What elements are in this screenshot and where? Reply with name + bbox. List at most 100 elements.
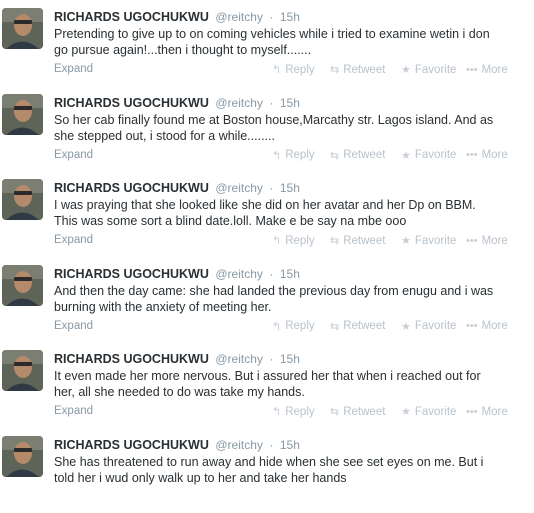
fullname[interactable]: RICHARDS UGOCHUKWU	[54, 352, 209, 366]
timeline: RICHARDS UGOCHUKWU @reitchy · 15h Preten…	[0, 0, 534, 513]
fullname[interactable]: RICHARDS UGOCHUKWU	[54, 181, 209, 195]
reply-icon: ↰	[272, 234, 281, 247]
star-icon: ★	[401, 234, 411, 247]
reply-label: Reply	[285, 64, 314, 76]
avatar[interactable]	[2, 179, 43, 220]
reply-label: Reply	[285, 406, 314, 418]
reply-icon: ↰	[272, 149, 281, 162]
tweet-actions: ↰ Reply ⇆ Retweet ★Favorite •••More	[272, 63, 511, 76]
tweet-header: RICHARDS UGOCHUKWU @reitchy · 15h	[54, 10, 300, 24]
retweet-label: Retweet	[343, 235, 385, 247]
tweet[interactable]: RICHARDS UGOCHUKWU @reitchy · 15h It eve…	[0, 342, 534, 428]
favorite-button[interactable]: ★Favorite	[401, 149, 456, 162]
tweet-header: RICHARDS UGOCHUKWU @reitchy · 15h	[54, 181, 300, 195]
retweet-icon: ⇆	[330, 234, 339, 247]
more-label: More	[482, 406, 508, 418]
fullname[interactable]: RICHARDS UGOCHUKWU	[54, 96, 209, 110]
avatar[interactable]	[2, 8, 43, 49]
more-label: More	[482, 64, 508, 76]
reply-button[interactable]: ↰Reply	[272, 320, 316, 333]
tweet-actions: ↰ Reply ⇆Retweet ★Favorite ••• More	[272, 149, 511, 162]
separator-dot: ·	[269, 181, 273, 195]
username[interactable]: @reitchy	[215, 352, 263, 366]
expand-link[interactable]: Expand	[54, 149, 93, 161]
retweet-label: Retweet	[343, 406, 385, 418]
separator-dot: ·	[269, 352, 273, 366]
timestamp[interactable]: 15h	[280, 438, 300, 452]
more-button[interactable]: ••• More	[466, 149, 511, 161]
timestamp[interactable]: 15h	[280, 352, 300, 366]
avatar[interactable]	[2, 350, 43, 391]
tweet-header: RICHARDS UGOCHUKWU @reitchy · 15h	[54, 96, 300, 110]
reply-button[interactable]: ↰Reply	[272, 234, 316, 247]
tweet-text: And then the day came: she had landed th…	[54, 283, 494, 315]
tweet-text: So her cab finally found me at Boston ho…	[54, 112, 494, 144]
favorite-button[interactable]: ★Favorite	[401, 63, 456, 76]
tweet[interactable]: RICHARDS UGOCHUKWU @reitchy · 15h So her…	[0, 86, 534, 172]
tweet-header: RICHARDS UGOCHUKWU @reitchy · 15h	[54, 352, 300, 366]
fullname[interactable]: RICHARDS UGOCHUKWU	[54, 438, 209, 452]
expand-link[interactable]: Expand	[54, 234, 93, 246]
tweet[interactable]: RICHARDS UGOCHUKWU @reitchy · 15h I was …	[0, 171, 534, 257]
username[interactable]: @reitchy	[215, 10, 263, 24]
tweet[interactable]: RICHARDS UGOCHUKWU @reitchy · 15h She ha…	[0, 428, 534, 513]
reply-icon: ↰	[272, 405, 281, 418]
ellipsis-icon: •••	[466, 149, 478, 161]
timestamp[interactable]: 15h	[280, 267, 300, 281]
expand-link[interactable]: Expand	[54, 320, 93, 332]
reply-button[interactable]: ↰ Reply	[272, 63, 316, 76]
separator-dot: ·	[269, 96, 273, 110]
favorite-label: Favorite	[415, 406, 457, 418]
tweet-header: RICHARDS UGOCHUKWU @reitchy · 15h	[54, 267, 300, 281]
fullname[interactable]: RICHARDS UGOCHUKWU	[54, 10, 209, 24]
more-button[interactable]: •••More	[466, 64, 511, 76]
tweet-text: It even made her more nervous. But i ass…	[54, 368, 494, 400]
more-button[interactable]: •••More	[466, 320, 511, 332]
tweet-actions: ↰ Reply ⇆Retweet ★Favorite ••• More	[272, 405, 511, 418]
retweet-icon: ⇆	[330, 63, 339, 76]
more-button[interactable]: •••More	[466, 235, 511, 247]
avatar[interactable]	[2, 94, 43, 135]
tweet-text: I was praying that she looked like she d…	[54, 197, 494, 229]
separator-dot: ·	[269, 267, 273, 281]
avatar[interactable]	[2, 436, 43, 477]
expand-link[interactable]: Expand	[54, 405, 93, 417]
fullname[interactable]: RICHARDS UGOCHUKWU	[54, 267, 209, 281]
reply-label: Reply	[285, 149, 314, 161]
separator-dot: ·	[269, 10, 273, 24]
retweet-button[interactable]: ⇆Retweet	[330, 405, 390, 418]
ellipsis-icon: •••	[466, 406, 478, 418]
retweet-button[interactable]: ⇆Retweet	[330, 149, 390, 162]
retweet-button[interactable]: ⇆ Retweet	[330, 320, 390, 333]
username[interactable]: @reitchy	[215, 181, 263, 195]
timestamp[interactable]: 15h	[280, 96, 300, 110]
retweet-icon: ⇆	[330, 320, 339, 333]
timestamp[interactable]: 15h	[280, 181, 300, 195]
timestamp[interactable]: 15h	[280, 10, 300, 24]
favorite-button[interactable]: ★Favorite	[401, 405, 456, 418]
tweet[interactable]: RICHARDS UGOCHUKWU @reitchy · 15h Preten…	[0, 0, 534, 86]
more-button[interactable]: ••• More	[466, 406, 511, 418]
tweet[interactable]: RICHARDS UGOCHUKWU @reitchy · 15h And th…	[0, 257, 534, 343]
username[interactable]: @reitchy	[215, 267, 263, 281]
ellipsis-icon: •••	[466, 235, 478, 247]
tweet-actions: ↰Reply ⇆ Retweet ★Favorite •••More	[272, 320, 511, 333]
avatar[interactable]	[2, 265, 43, 306]
more-label: More	[482, 149, 508, 161]
tweet-header: RICHARDS UGOCHUKWU @reitchy · 15h	[54, 438, 300, 452]
reply-icon: ↰	[272, 63, 281, 76]
separator-dot: ·	[269, 438, 273, 452]
retweet-label: Retweet	[343, 320, 385, 332]
favorite-label: Favorite	[415, 149, 457, 161]
reply-button[interactable]: ↰ Reply	[272, 149, 316, 162]
expand-link[interactable]: Expand	[54, 63, 93, 75]
retweet-label: Retweet	[343, 64, 385, 76]
retweet-button[interactable]: ⇆ Retweet	[330, 63, 390, 76]
reply-button[interactable]: ↰ Reply	[272, 405, 316, 418]
username[interactable]: @reitchy	[215, 438, 263, 452]
favorite-button[interactable]: ★Favorite	[401, 234, 456, 247]
retweet-button[interactable]: ⇆ Retweet	[330, 234, 390, 247]
username[interactable]: @reitchy	[215, 96, 263, 110]
favorite-button[interactable]: ★Favorite	[401, 320, 456, 333]
tweet-actions: ↰Reply ⇆ Retweet ★Favorite •••More	[272, 234, 511, 247]
